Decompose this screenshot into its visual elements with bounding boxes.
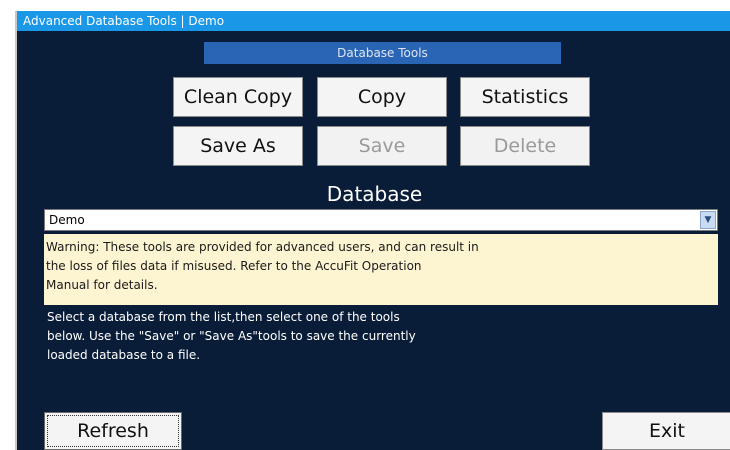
save-button[interactable]: Save bbox=[317, 126, 447, 166]
warning-line: Warning: These tools are provided for ad… bbox=[46, 240, 479, 254]
database-label: Database bbox=[326, 182, 423, 206]
database-tools-header: Database Tools bbox=[204, 42, 561, 64]
database-select-value: Demo bbox=[49, 213, 85, 227]
exit-button[interactable]: Exit bbox=[602, 412, 730, 450]
warning-line: Manual for details. bbox=[46, 278, 158, 292]
instructions-line: below. Use the "Save" or "Save As"tools … bbox=[47, 329, 416, 343]
clean-copy-button[interactable]: Clean Copy bbox=[173, 77, 303, 117]
warning-box: Warning: These tools are provided for ad… bbox=[44, 234, 718, 305]
instructions-text: Select a database from the list,then sel… bbox=[47, 308, 547, 365]
window-title: Advanced Database Tools | Demo bbox=[23, 14, 225, 28]
refresh-button[interactable]: Refresh bbox=[44, 412, 182, 450]
delete-button[interactable]: Delete bbox=[460, 126, 590, 166]
advanced-database-tools-window: Advanced Database Tools | Demo Database … bbox=[15, 11, 730, 450]
save-as-button[interactable]: Save As bbox=[173, 126, 303, 166]
window-title-bar: Advanced Database Tools | Demo bbox=[17, 11, 730, 31]
chevron-down-icon[interactable]: ▼ bbox=[700, 211, 716, 229]
database-select[interactable]: Demo ▼ bbox=[44, 209, 718, 231]
statistics-button[interactable]: Statistics bbox=[460, 77, 590, 117]
instructions-line: Select a database from the list,then sel… bbox=[47, 310, 400, 324]
warning-line: the loss of files data if misused. Refer… bbox=[46, 259, 422, 273]
instructions-line: loaded database to a file. bbox=[47, 348, 201, 362]
copy-button[interactable]: Copy bbox=[317, 77, 447, 117]
